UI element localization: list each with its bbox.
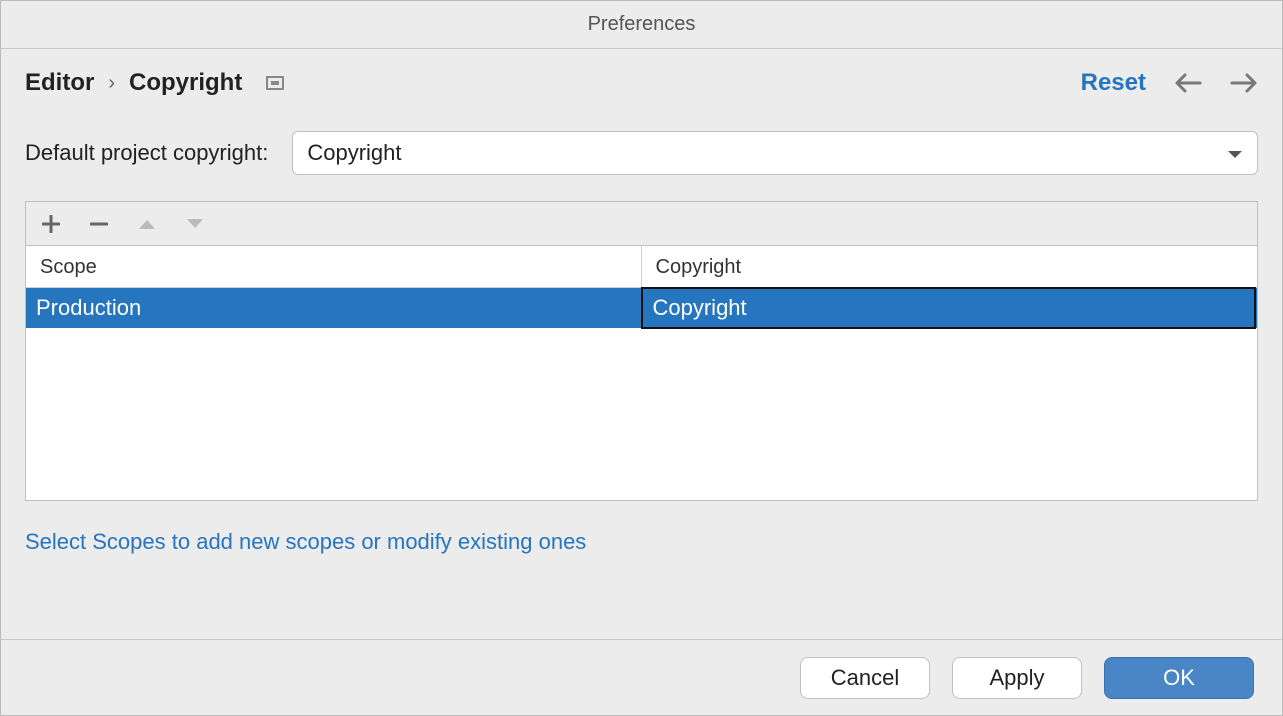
- breadcrumb: Editor › Copyright: [25, 69, 284, 97]
- default-copyright-label: Default project copyright:: [25, 140, 268, 166]
- window-title: Preferences: [1, 1, 1282, 49]
- default-copyright-select[interactable]: Copyright: [292, 131, 1258, 175]
- breadcrumb-page: Copyright: [129, 69, 242, 97]
- remove-icon[interactable]: [86, 211, 112, 237]
- dialog-footer: Cancel Apply OK: [1, 639, 1282, 715]
- table-body: Production Copyright: [26, 288, 1257, 500]
- reset-link[interactable]: Reset: [1081, 69, 1146, 97]
- content-area: Editor › Copyright Reset Default project…: [1, 49, 1282, 639]
- header-actions: Reset: [1081, 69, 1258, 97]
- cell-copyright-editing[interactable]: Copyright: [641, 287, 1257, 329]
- chevron-down-icon: [1227, 140, 1243, 166]
- table-row[interactable]: Production Copyright: [26, 288, 1257, 328]
- select-scopes-link[interactable]: Select Scopes to add new scopes or modif…: [25, 529, 1258, 555]
- breadcrumb-root[interactable]: Editor: [25, 69, 94, 97]
- scopes-table: Scope Copyright Production Copyright: [25, 201, 1258, 501]
- chevron-right-icon: ›: [108, 72, 115, 95]
- header-row: Editor › Copyright Reset: [25, 69, 1258, 97]
- table-header: Scope Copyright: [26, 246, 1257, 288]
- add-icon[interactable]: [38, 211, 64, 237]
- table-toolbar: [26, 202, 1257, 246]
- move-down-icon: [182, 211, 208, 237]
- ok-button[interactable]: OK: [1104, 657, 1254, 699]
- column-header-scope[interactable]: Scope: [26, 246, 642, 287]
- back-arrow-icon[interactable]: [1174, 73, 1202, 93]
- move-up-icon: [134, 211, 160, 237]
- project-level-icon: [266, 76, 284, 90]
- default-copyright-row: Default project copyright: Copyright: [25, 131, 1258, 175]
- cancel-button[interactable]: Cancel: [800, 657, 930, 699]
- forward-arrow-icon[interactable]: [1230, 73, 1258, 93]
- cell-scope[interactable]: Production: [26, 288, 642, 328]
- apply-button[interactable]: Apply: [952, 657, 1082, 699]
- column-header-copyright[interactable]: Copyright: [642, 246, 1258, 287]
- select-value: Copyright: [307, 140, 401, 166]
